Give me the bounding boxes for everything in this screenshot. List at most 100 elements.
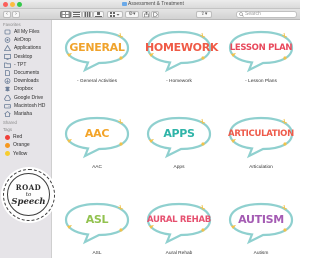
folder-item[interactable]: AUTISM Autism bbox=[220, 201, 302, 256]
airdrop-icon bbox=[4, 37, 11, 44]
road-to-speech-logo: ROAD to Speech bbox=[3, 169, 55, 221]
sidebar-item-folder[interactable]: - TPT bbox=[0, 61, 51, 69]
sidebar-item-documents[interactable]: Documents bbox=[0, 69, 51, 77]
folder-icon: APPS bbox=[145, 115, 213, 159]
tag-icon bbox=[152, 12, 158, 17]
sidebar-tag-yellow[interactable]: Yellow bbox=[0, 149, 51, 157]
sidebar-tag-orange[interactable]: Orange bbox=[0, 141, 51, 149]
desktop-icon bbox=[4, 53, 11, 60]
search-icon bbox=[239, 12, 244, 17]
tag-color-dot bbox=[5, 151, 10, 157]
folder-name: Autism bbox=[253, 251, 269, 256]
folder-icon: HOMEWORK bbox=[145, 29, 218, 73]
folder-grid: GENERAL - General Activities HOMEWORK - Hom… bbox=[52, 20, 300, 258]
folder-label-art: AURAL REHAB bbox=[147, 215, 211, 225]
logo-text-road: ROAD bbox=[15, 183, 42, 192]
arrange-menu-button[interactable] bbox=[107, 11, 123, 18]
folder-icon: ARTICULATION bbox=[227, 115, 295, 159]
sidebar-item-label: Mariaha bbox=[14, 110, 33, 117]
action-menu-button[interactable]: ⚙▾ bbox=[125, 11, 139, 18]
downloads-icon bbox=[4, 78, 11, 85]
folder-icon: AAC bbox=[63, 115, 131, 159]
logo-text-speech: Speech bbox=[11, 197, 46, 207]
folder-name: Apps bbox=[173, 165, 185, 170]
search-placeholder: Search bbox=[245, 11, 261, 17]
folder-icon: AUTISM bbox=[227, 201, 295, 245]
sidebar-item-desktop[interactable]: Desktop bbox=[0, 53, 51, 61]
folder-item[interactable]: AURAL REHAB Aural Rehab bbox=[138, 201, 220, 256]
sidebar-item-applications[interactable]: Applications bbox=[0, 44, 51, 52]
toolbar: ‹ › ⚙▾ ⇪▾ Search bbox=[0, 9, 300, 20]
sidebar-item-airdrop[interactable]: AirDrop bbox=[0, 36, 51, 44]
sidebar-item-label: All My Files bbox=[14, 29, 40, 36]
folder-item[interactable]: ASL ASL bbox=[56, 201, 138, 256]
list-view-button[interactable] bbox=[71, 11, 82, 18]
tag-color-dot bbox=[5, 134, 10, 140]
back-button[interactable]: ‹ bbox=[3, 11, 11, 18]
folder-name: Articulation bbox=[249, 165, 273, 170]
folder-item[interactable]: ARTICULATION Articulation bbox=[220, 115, 302, 170]
folder-name: - Homework bbox=[166, 79, 192, 84]
sidebar-item-label: Macintosh HD bbox=[14, 102, 46, 109]
applications-icon bbox=[4, 45, 11, 52]
zoom-window-button[interactable] bbox=[17, 2, 22, 7]
sidebar-item-google-drive[interactable]: Google Drive bbox=[0, 94, 51, 102]
column-view-button[interactable] bbox=[82, 11, 93, 18]
tag-button[interactable] bbox=[151, 11, 159, 18]
folder-icon bbox=[122, 2, 127, 6]
sidebar-tag-label: Yellow bbox=[13, 150, 28, 157]
folder-label-art: AUTISM bbox=[238, 213, 284, 226]
folder-item[interactable]: GENERAL - General Activities bbox=[56, 29, 138, 84]
favorites-list: All My Files AirDrop Applications Desktop - … bbox=[0, 28, 51, 118]
window-controls bbox=[3, 2, 22, 7]
sidebar-item-all-files[interactable]: All My Files bbox=[0, 28, 51, 36]
dropbox-menu-button[interactable]: ⇪▾ bbox=[196, 11, 212, 18]
all-files-icon bbox=[4, 29, 11, 35]
folder-name: - Lesson Plans bbox=[245, 79, 277, 84]
list-view-icon bbox=[73, 12, 80, 17]
icon-view-button[interactable] bbox=[60, 11, 71, 18]
column-view-icon bbox=[84, 12, 91, 17]
sidebar-item-label: - TPT bbox=[14, 61, 27, 68]
folder-label-art: APPS bbox=[163, 127, 195, 140]
folder-item[interactable]: HOMEWORK - Homework bbox=[138, 29, 220, 84]
sidebar-item-downloads[interactable]: Downloads bbox=[0, 77, 51, 85]
folder-name: Aural Rehab bbox=[165, 251, 193, 256]
sidebar-tag-label: Orange bbox=[13, 142, 30, 149]
folder-item[interactable]: APPS Apps bbox=[138, 115, 220, 170]
sidebar-item-label: Google Drive bbox=[14, 94, 44, 101]
icon-view-icon bbox=[62, 12, 69, 17]
folder-item[interactable]: AAC AAC bbox=[56, 115, 138, 170]
sidebar-item-label: Applications bbox=[14, 45, 41, 52]
folder-label-art: ASL bbox=[85, 213, 109, 226]
folder-icon bbox=[4, 62, 11, 68]
sidebar-item-label: AirDrop bbox=[14, 37, 31, 44]
search-field[interactable]: Search bbox=[236, 11, 297, 18]
hard-drive-icon bbox=[4, 103, 11, 109]
minimize-window-button[interactable] bbox=[10, 2, 15, 7]
share-button[interactable] bbox=[142, 11, 150, 18]
folder-label-art: GENERAL bbox=[69, 41, 125, 54]
cover-flow-button[interactable] bbox=[93, 11, 104, 18]
forward-button[interactable]: › bbox=[12, 11, 20, 18]
sidebar-item-label: Dropbox bbox=[14, 86, 33, 93]
tags-list: Red Orange Yellow bbox=[0, 133, 51, 158]
window-title: Assessment & Treatment bbox=[122, 1, 184, 7]
dropbox-icon bbox=[5, 86, 10, 92]
home-icon bbox=[4, 110, 11, 117]
sidebar-tag-label: Red bbox=[13, 134, 23, 141]
folder-name: AAC bbox=[92, 165, 102, 170]
folder-item[interactable]: LESSON PLAN - Lesson Plans bbox=[220, 29, 302, 84]
folder-label-art: ARTICULATION bbox=[228, 129, 294, 139]
sidebar-item-home[interactable]: Mariaha bbox=[0, 110, 51, 118]
sidebar-item-dropbox[interactable]: Dropbox bbox=[0, 85, 51, 93]
folder-icon: LESSON PLAN bbox=[227, 29, 295, 73]
close-window-button[interactable] bbox=[3, 2, 8, 7]
sidebar-item-hard-drive[interactable]: Macintosh HD bbox=[0, 102, 51, 110]
arrange-icon bbox=[110, 12, 120, 17]
sidebar: Favorites All My Files AirDrop Application… bbox=[0, 20, 52, 258]
folder-icon: GENERAL bbox=[63, 29, 131, 73]
sidebar-tag-red[interactable]: Red bbox=[0, 133, 51, 141]
folder-icon: ASL bbox=[63, 201, 131, 245]
window-title-text: Assessment & Treatment bbox=[128, 1, 184, 7]
